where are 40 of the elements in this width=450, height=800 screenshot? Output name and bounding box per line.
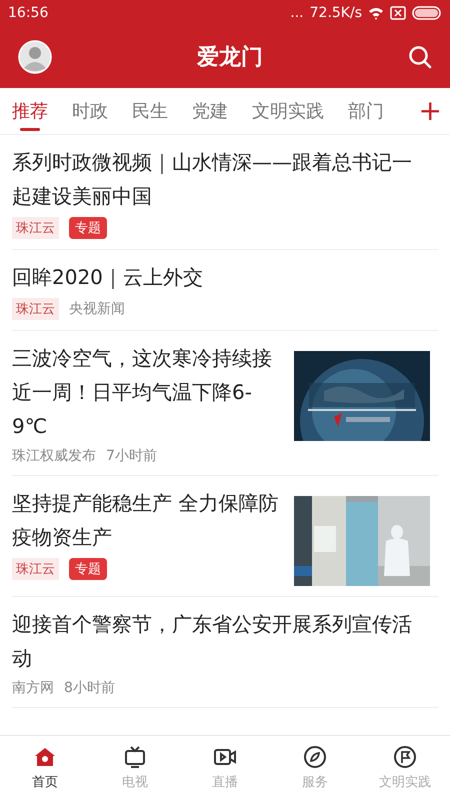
app-title: 爱龙门	[197, 44, 263, 72]
category-tab[interactable]: 文明实践	[252, 91, 324, 131]
source-tag: 珠江云	[12, 558, 59, 580]
article-meta: 南方网	[12, 679, 54, 697]
article-title[interactable]: 系列时政微视频｜山水情深——跟着总书记一起建设美丽中国	[12, 145, 430, 213]
article-title[interactable]: 坚持提产能稳生产 全力保障防疫物资生产	[12, 486, 282, 554]
battery-icon	[412, 6, 442, 20]
add-tab-button[interactable]: +	[418, 97, 442, 125]
category-tab[interactable]: 民生	[132, 91, 168, 131]
sim-icon	[390, 6, 406, 20]
article-meta: 珠江权威发布	[12, 447, 96, 465]
search-icon[interactable]	[408, 45, 432, 69]
flag-icon	[393, 745, 417, 769]
category-tab[interactable]: 党建	[192, 91, 228, 131]
topic-tag: 专题	[69, 558, 107, 580]
nav-tab[interactable]: 电视	[90, 736, 180, 800]
nav-tab[interactable]: 服务	[270, 736, 360, 800]
network-speed: 72.5K/s	[310, 5, 362, 21]
article-meta: 7小时前	[106, 447, 157, 465]
article-meta: 8小时前	[64, 679, 115, 697]
tv-icon	[123, 745, 147, 769]
nav-tab[interactable]: 直播	[180, 736, 270, 800]
article-title[interactable]: 回眸2020｜云上外交	[12, 260, 430, 294]
nav-tab[interactable]: 文明实践	[360, 736, 450, 800]
more-indicator: ...	[290, 5, 304, 21]
article-title[interactable]: 迎接首个警察节，广东省公安开展系列宣传活动	[12, 607, 430, 675]
article-title[interactable]: 三波冷空气，这次寒冷持续接近一周！日平均气温下降6-9℃	[12, 341, 282, 443]
nav-tab[interactable]: 首页	[0, 736, 90, 800]
compass-icon	[303, 745, 327, 769]
topic-tag: 专题	[69, 217, 107, 239]
source-tag: 珠江云	[12, 298, 59, 320]
article-meta: 央视新闻	[69, 300, 125, 318]
home-icon	[33, 745, 57, 769]
source-tag: 珠江云	[12, 217, 59, 239]
category-tab[interactable]: 时政	[72, 91, 108, 131]
category-tab[interactable]: 部门	[348, 91, 384, 131]
wifi-icon	[368, 6, 384, 20]
category-tab[interactable]: 推荐	[12, 91, 48, 131]
avatar-icon[interactable]	[18, 40, 52, 74]
status-time: 16:56	[8, 5, 48, 21]
